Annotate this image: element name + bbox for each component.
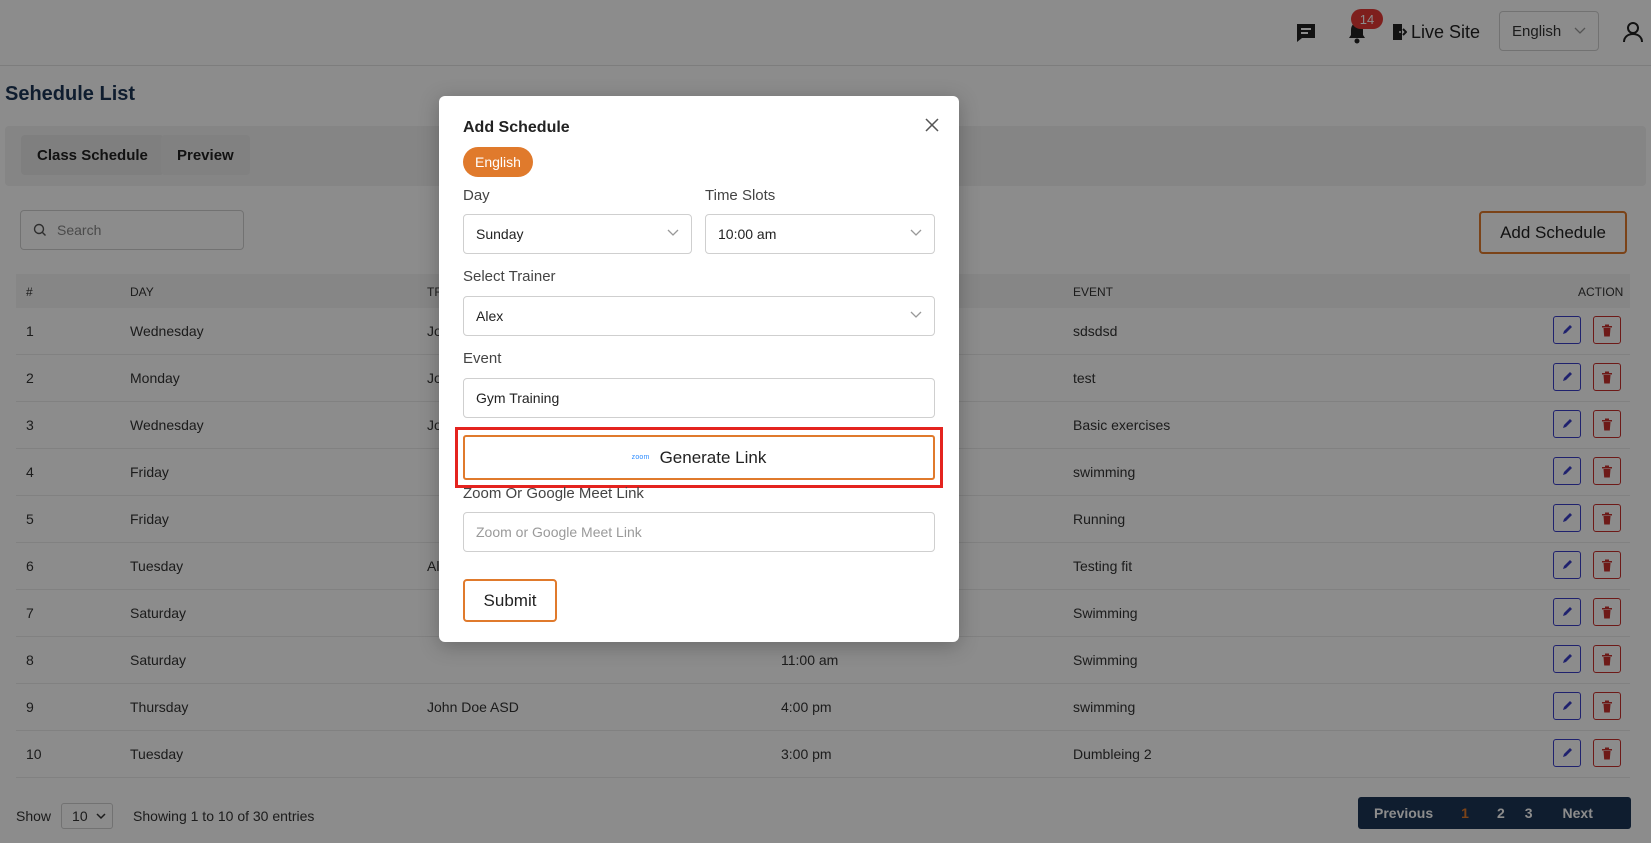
day-select-value: Sunday xyxy=(476,226,524,242)
submit-button[interactable]: Submit xyxy=(463,579,557,622)
chevron-down-icon xyxy=(910,311,922,318)
modal-title: Add Schedule xyxy=(463,119,570,136)
select-trainer-label: Select Trainer xyxy=(463,268,556,285)
trainer-select-value: Alex xyxy=(476,308,504,324)
add-schedule-modal: Add Schedule English Day Sunday Time Slo… xyxy=(439,96,959,642)
trainer-select[interactable]: Alex xyxy=(463,296,935,336)
day-select[interactable]: Sunday xyxy=(463,214,692,254)
close-icon[interactable] xyxy=(922,115,942,135)
language-chip[interactable]: English xyxy=(463,147,533,177)
event-input[interactable]: Gym Training xyxy=(463,378,935,418)
event-label: Event xyxy=(463,350,502,367)
chevron-down-icon xyxy=(910,229,922,236)
generate-link-label: Generate Link xyxy=(659,447,767,467)
time-slot-select[interactable]: 10:00 am xyxy=(705,214,935,254)
generate-link-button[interactable]: zoom Generate Link xyxy=(463,435,935,480)
meeting-link-input[interactable]: Zoom or Google Meet Link xyxy=(463,512,935,552)
time-slots-label: Time Slots xyxy=(705,187,776,204)
zoom-logo-icon: zoom xyxy=(631,454,650,461)
time-slot-select-value: 10:00 am xyxy=(718,226,777,242)
day-label: Day xyxy=(463,187,490,204)
meeting-link-label: Zoom Or Google Meet Link xyxy=(463,485,644,502)
chevron-down-icon xyxy=(667,229,679,236)
